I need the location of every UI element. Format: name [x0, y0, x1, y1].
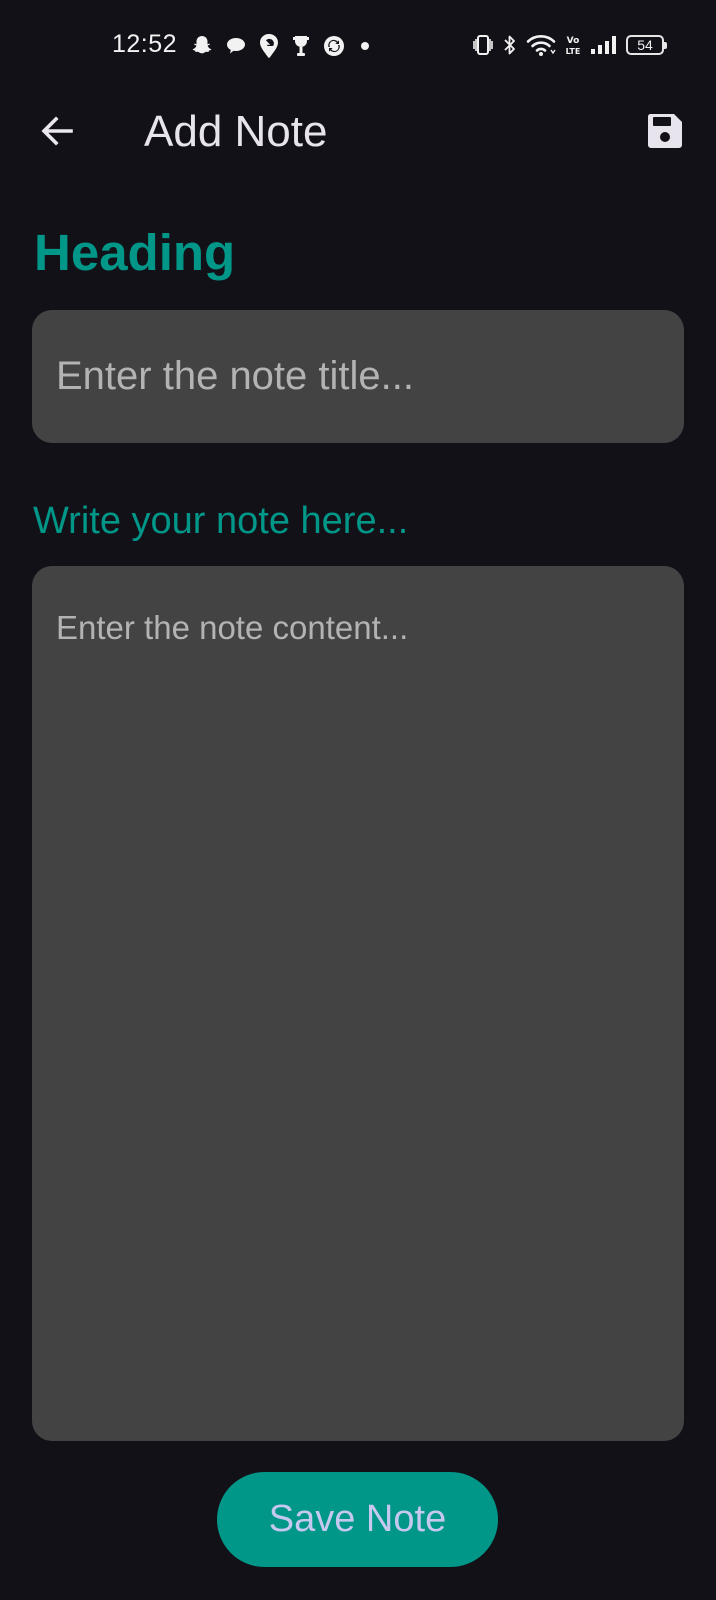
floppy-disk-icon: [646, 112, 684, 155]
status-bar: 12:52 Vo LTE 54: [0, 0, 716, 92]
snapchat-icon: [190, 34, 214, 58]
heading-label: Heading: [34, 224, 236, 281]
notification-icons: [190, 32, 374, 60]
arrow-left-icon: [39, 113, 75, 154]
content-label: Write your note here...: [33, 500, 409, 542]
svg-text:LTE: LTE: [566, 47, 581, 56]
app-bar: Add Note: [0, 92, 716, 172]
more-dot-icon: [356, 37, 374, 55]
wifi-icon: [526, 33, 556, 57]
title-field[interactable]: [32, 310, 684, 443]
status-time: 12:52: [112, 30, 178, 58]
vibrate-icon: [472, 33, 494, 57]
swiggy-icon: [258, 33, 280, 59]
chat-bubble-icon: [224, 34, 248, 58]
volte-icon: Vo LTE: [564, 33, 582, 57]
signal-icon: [590, 33, 618, 57]
trophy-icon: [290, 33, 312, 59]
sync-app-icon: [322, 34, 346, 58]
content-field[interactable]: [32, 566, 684, 1441]
battery-level: 54: [637, 37, 653, 53]
save-note-button[interactable]: Save Note: [217, 1472, 498, 1567]
save-toolbar-button[interactable]: [640, 108, 690, 158]
page-title: Add Note: [144, 107, 328, 156]
back-button[interactable]: [34, 110, 80, 156]
system-status-icons: Vo LTE 54: [472, 30, 667, 60]
note-content-input[interactable]: [56, 608, 660, 1417]
bluetooth-icon: [502, 33, 518, 57]
battery-icon: 54: [626, 35, 667, 55]
note-title-input[interactable]: [56, 354, 660, 399]
svg-text:Vo: Vo: [567, 36, 580, 46]
